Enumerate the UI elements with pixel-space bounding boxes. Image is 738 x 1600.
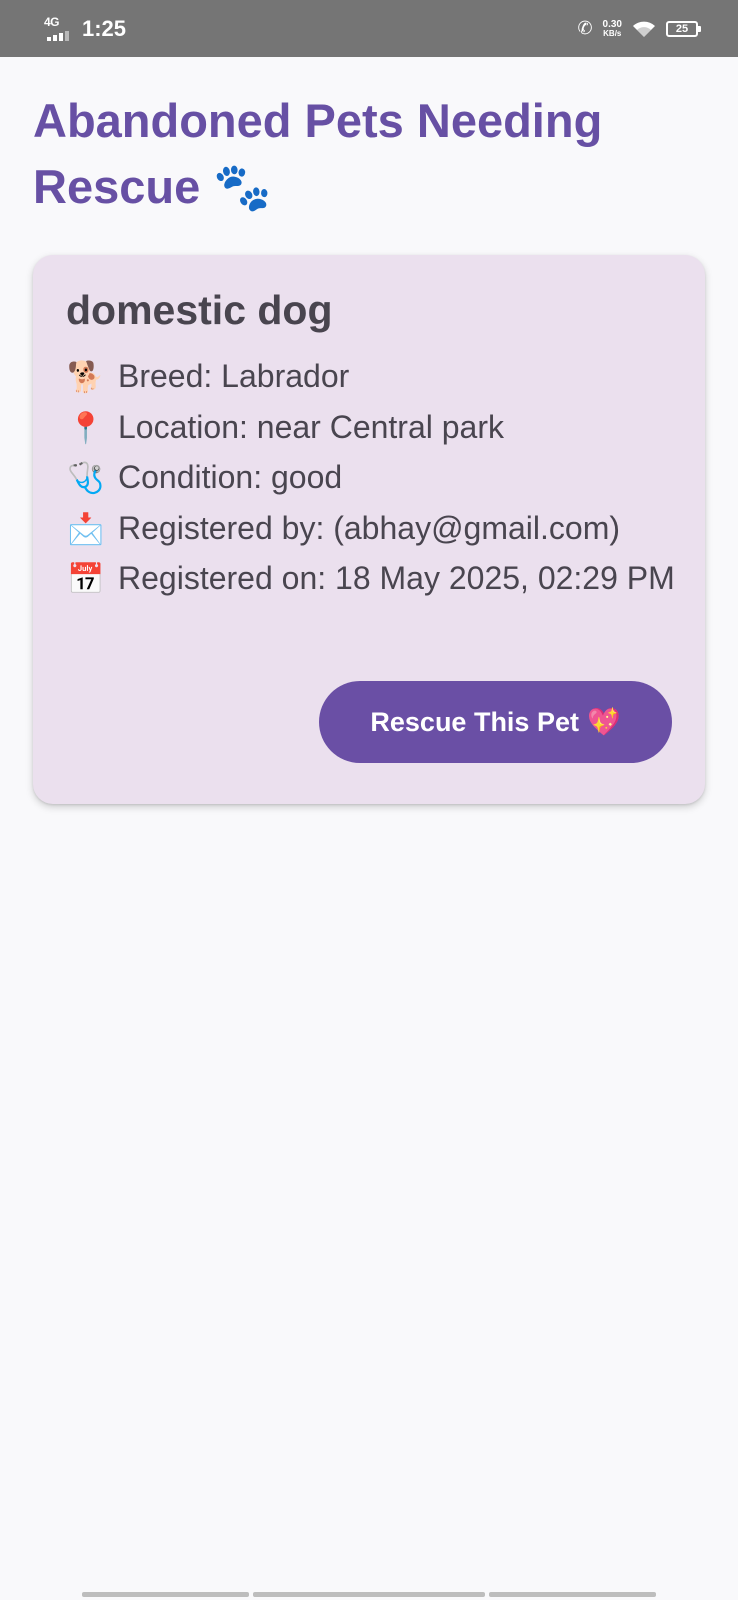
pet-details: 🐕 Breed: Labrador 📍 Location: near Central… [66, 352, 676, 605]
rescue-button[interactable]: Rescue This Pet 💖 [319, 681, 672, 763]
calendar-icon: 📅 [67, 562, 105, 597]
rescue-button-label: Rescue This Pet [370, 706, 579, 737]
wifi-icon [632, 20, 656, 38]
status-bar-right: ✆ 0.30 KB/s 25 [567, 0, 701, 57]
dog-icon: 🐕 [67, 360, 105, 395]
detail-registered-on: 📅 Registered on: 18 May 2025, 02:29 PM [66, 554, 676, 605]
status-bar: 4G 1:25 ✆ 0.30 KB/s 25 [0, 0, 738, 57]
inbox-icon: 📩 [67, 511, 105, 547]
registered-by-text: Registered by: (abhay@gmail.com) [118, 509, 621, 546]
condition-text: Condition: good [118, 459, 343, 495]
page-title: Abandoned Pets Needing Rescue 🐾 [33, 94, 603, 213]
nav-handle-center [253, 1592, 485, 1597]
battery-icon: 25 [666, 20, 701, 37]
network-speed: 0.30 KB/s [602, 18, 622, 38]
breed-text: Breed: Labrador [118, 358, 350, 394]
pet-name: domestic dog [66, 287, 333, 333]
detail-location: 📍 Location: near Central park [66, 403, 676, 454]
pin-icon: 📍 [67, 410, 105, 446]
network-speed-unit: KB/s [603, 28, 622, 38]
nav-handle-left [82, 1592, 249, 1597]
registered-on-text: Registered on: 18 May 2025, 02:29 PM [118, 560, 675, 596]
network-speed-value: 0.30 [602, 18, 622, 30]
detail-registered-by: 📩 Registered by: (abhay@gmail.com) [66, 504, 676, 555]
detail-breed: 🐕 Breed: Labrador [66, 352, 676, 403]
detail-condition: 🩺 Condition: good [66, 453, 676, 504]
location-text: Location: near Central park [118, 408, 504, 445]
sparkling-heart-icon: 💖 [586, 707, 621, 738]
status-bar-left: 4G 1:25 [44, 0, 126, 57]
pet-card: domestic dog 🐕 Breed: Labrador 📍 Location:… [33, 255, 705, 804]
stethoscope-icon: 🩺 [67, 461, 105, 496]
nav-handle-right [489, 1592, 656, 1597]
signal-icon: 4G [44, 14, 74, 44]
network-type: 4G [44, 14, 60, 29]
clock: 1:25 [82, 15, 127, 41]
call-icon: ✆ [577, 18, 593, 38]
